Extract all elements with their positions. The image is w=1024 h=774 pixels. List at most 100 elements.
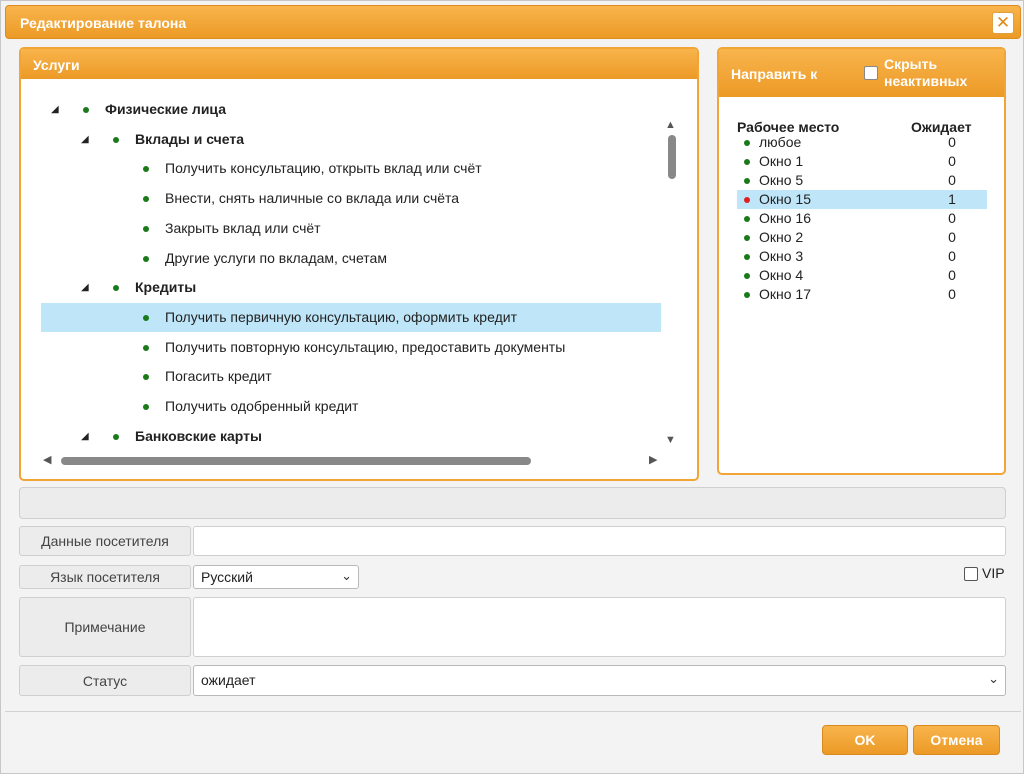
vertical-scrollbar-thumb[interactable] <box>668 135 676 179</box>
status-dot-icon <box>113 285 119 292</box>
vip-checkbox[interactable] <box>964 567 978 581</box>
chevron-down-icon: ⌄ <box>341 568 352 583</box>
workplace-name: Окно 17 <box>759 286 811 302</box>
close-icon[interactable]: ✕ <box>992 12 1014 34</box>
tree-item-label: Другие услуги по вкладам, счетам <box>165 249 387 266</box>
scroll-down-icon[interactable]: ▼ <box>665 434 676 446</box>
direct-to-panel: Направить к Скрыть неактивных Рабочее ме… <box>717 47 1006 475</box>
workplace-name: Окно 1 <box>759 153 804 169</box>
tree-item-group[interactable]: ◢ Банковские карты <box>41 422 661 451</box>
status-dot-icon <box>143 196 149 203</box>
workplace-waiting-count: 1 <box>948 191 956 207</box>
dialog-titlebar: Редактирование талона ✕ <box>5 5 1021 39</box>
visitor-data-label: Данные посетителя <box>19 526 191 556</box>
services-panel-header: Услуги <box>21 49 697 79</box>
direct-to-panel-header: Направить к Скрыть неактивных <box>719 49 1004 97</box>
tree-item-group[interactable]: ◢ Вклады и счета <box>41 125 661 154</box>
tree-item-service[interactable]: Погасить кредит <box>41 362 661 391</box>
edit-ticket-dialog: Редактирование талона ✕ Услуги ◢ Физическ… <box>0 0 1024 774</box>
direct-to-title: Направить к <box>731 66 818 82</box>
chevron-down-icon: ⌄ <box>988 671 999 686</box>
status-dot-icon <box>744 140 750 146</box>
workplace-name: Окно 2 <box>759 229 804 245</box>
workplace-name: Окно 16 <box>759 210 811 226</box>
workplace-name: Окно 4 <box>759 267 804 283</box>
workplace-waiting-count: 0 <box>948 248 956 264</box>
workplace-row[interactable]: Окно 4 0 <box>737 266 987 285</box>
workplace-row[interactable]: Окно 16 0 <box>737 209 987 228</box>
tree-item-label: Получить одобренный кредит <box>165 398 359 414</box>
workplace-row[interactable]: Окно 2 0 <box>737 228 987 247</box>
hide-inactive-label[interactable]: Скрыть неактивных <box>884 56 1004 90</box>
status-dot-icon <box>744 159 750 165</box>
status-dot-icon <box>744 216 750 222</box>
workplace-waiting-count: 0 <box>948 153 956 169</box>
tree-item-service[interactable]: Получить одобренный кредит <box>41 392 661 421</box>
tree-item-service[interactable]: Получить первичную консультацию, оформит… <box>41 302 661 332</box>
services-panel-title: Услуги <box>33 57 80 73</box>
status-dot-icon <box>143 344 149 351</box>
note-label: Примечание <box>19 597 191 657</box>
tree-item-service[interactable]: Получить повторную консультацию, предост… <box>41 333 661 362</box>
visitor-language-select[interactable]: Русский ⌄ <box>193 565 359 589</box>
tree-item-group[interactable]: ◢ Кредиты <box>41 273 661 302</box>
tree-item-label: Физические лица <box>105 101 226 117</box>
expand-toggle-icon[interactable]: ◢ <box>81 125 91 154</box>
info-bar <box>19 487 1006 519</box>
tree-item-service[interactable]: Получить консультацию, открыть вклад или… <box>41 154 661 183</box>
tree-item-label: Вклады и счета <box>135 130 244 147</box>
tree-item-label: Кредиты <box>135 279 197 296</box>
status-dot-icon <box>83 107 89 113</box>
scroll-up-icon[interactable]: ▲ <box>665 119 676 131</box>
workplace-row[interactable]: Окно 3 0 <box>737 247 987 266</box>
tree-item-label: Получить консультацию, открыть вклад или… <box>165 160 482 177</box>
visitor-data-input[interactable] <box>193 526 1006 556</box>
note-textarea[interactable] <box>193 597 1006 657</box>
scroll-right-icon[interactable]: ▶ <box>649 453 657 466</box>
status-dot-icon <box>744 292 750 298</box>
status-dot-icon <box>113 136 119 143</box>
tree-item-label: Получить повторную консультацию, предост… <box>165 338 566 355</box>
cancel-button[interactable]: Отмена <box>913 725 1000 755</box>
workplace-row[interactable]: Окно 1 0 <box>737 152 987 171</box>
footer-divider <box>5 711 1021 712</box>
tree-item-service[interactable]: Другие услуги по вкладам, счетам <box>41 244 661 273</box>
workplace-name: Окно 5 <box>759 172 804 188</box>
ok-button[interactable]: OK <box>822 725 908 755</box>
status-dot-icon <box>113 433 119 440</box>
workplace-name: Окно 15 <box>759 191 811 207</box>
workplace-row[interactable]: Окно 17 0 <box>737 285 987 304</box>
services-panel: Услуги ◢ Физические лица ◢ Вклады и счета По… <box>19 47 699 481</box>
status-dot-icon <box>744 254 750 260</box>
visitor-language-label: Язык посетителя <box>19 565 191 589</box>
status-dot-icon <box>143 255 149 262</box>
hide-inactive-checkbox[interactable] <box>864 66 878 80</box>
workplace-name: Окно 3 <box>759 248 804 264</box>
status-value: ожидает <box>201 672 256 688</box>
vip-label[interactable]: VIP <box>982 565 1005 581</box>
tree-item-label: Банковские карты <box>135 427 262 444</box>
expand-toggle-icon[interactable]: ◢ <box>81 422 91 451</box>
horizontal-scrollbar-thumb[interactable] <box>61 457 531 465</box>
workplace-row[interactable]: Окно 5 0 <box>737 171 987 190</box>
tree-item-group[interactable]: ◢ Физические лица <box>41 95 661 124</box>
workplace-waiting-count: 0 <box>948 286 956 302</box>
scroll-left-icon[interactable]: ◀ <box>43 453 51 466</box>
services-tree: ◢ Физические лица ◢ Вклады и счета Получить … <box>21 79 697 479</box>
status-dot-icon <box>744 178 750 184</box>
status-dot-icon <box>143 404 149 410</box>
status-dot-icon <box>143 166 149 173</box>
expand-toggle-icon[interactable]: ◢ <box>81 273 91 302</box>
tree-item-service[interactable]: Внести, снять наличные со вклада или счё… <box>41 184 661 213</box>
workplace-waiting-count: 0 <box>948 267 956 283</box>
status-dot-icon <box>143 225 149 232</box>
workplace-waiting-count: 0 <box>948 134 956 150</box>
status-dot-icon <box>744 273 750 279</box>
status-select[interactable]: ожидает ⌄ <box>193 665 1006 696</box>
tree-item-label: Закрыть вклад или счёт <box>165 219 321 236</box>
workplace-row[interactable]: любое 0 <box>737 133 987 152</box>
workplace-row[interactable]: Окно 15 1 <box>737 190 987 209</box>
expand-toggle-icon[interactable]: ◢ <box>51 95 61 124</box>
tree-item-service[interactable]: Закрыть вклад или счёт <box>41 214 661 243</box>
workplace-name: любое <box>759 134 802 150</box>
